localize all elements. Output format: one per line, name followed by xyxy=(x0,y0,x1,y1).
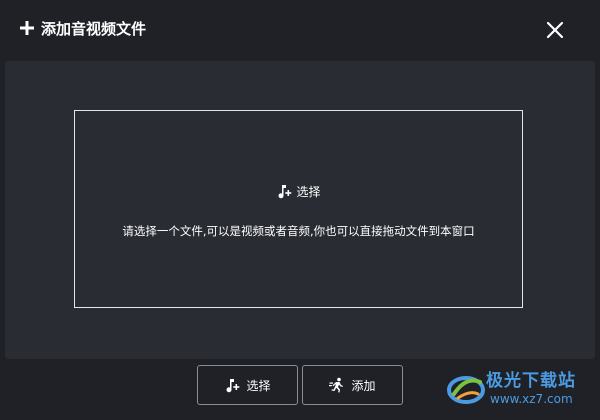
music-add-icon xyxy=(226,379,240,393)
dropzone-select-link[interactable]: 选择 xyxy=(75,183,522,200)
watermark-url: www.xz7.com xyxy=(490,392,573,406)
drop-zone[interactable]: 选择 请选择一个文件,可以是视频或者音频,你也可以直接拖动文件到本窗口 xyxy=(74,110,523,308)
watermark: 极光下载站 www.xz7.com xyxy=(446,364,596,416)
music-add-icon xyxy=(278,185,292,199)
add-button[interactable]: 添加 xyxy=(302,365,403,405)
select-button[interactable]: 选择 xyxy=(197,365,298,405)
dialog-titlebar: 添加音视频文件 xyxy=(0,0,600,60)
plus-icon xyxy=(20,21,34,35)
dialog-title: 添加音视频文件 xyxy=(41,20,147,38)
dropzone-select-label: 选择 xyxy=(296,185,321,199)
add-button-label: 添加 xyxy=(351,378,376,393)
close-icon[interactable] xyxy=(544,19,566,41)
dropzone-hint: 请选择一个文件,可以是视频或者音频,你也可以直接拖动文件到本窗口 xyxy=(122,224,475,238)
watermark-name: 极光下载站 xyxy=(486,371,576,391)
content-panel: 选择 请选择一个文件,可以是视频或者音频,你也可以直接拖动文件到本窗口 xyxy=(5,61,595,359)
select-button-label: 选择 xyxy=(246,378,271,393)
watermark-logo-icon xyxy=(447,376,485,404)
running-man-icon xyxy=(329,377,344,393)
add-media-dialog: 添加音视频文件 选择 请选择一个文件,可以是视频或者音频,你也可以直接拖动文件到… xyxy=(0,0,600,420)
